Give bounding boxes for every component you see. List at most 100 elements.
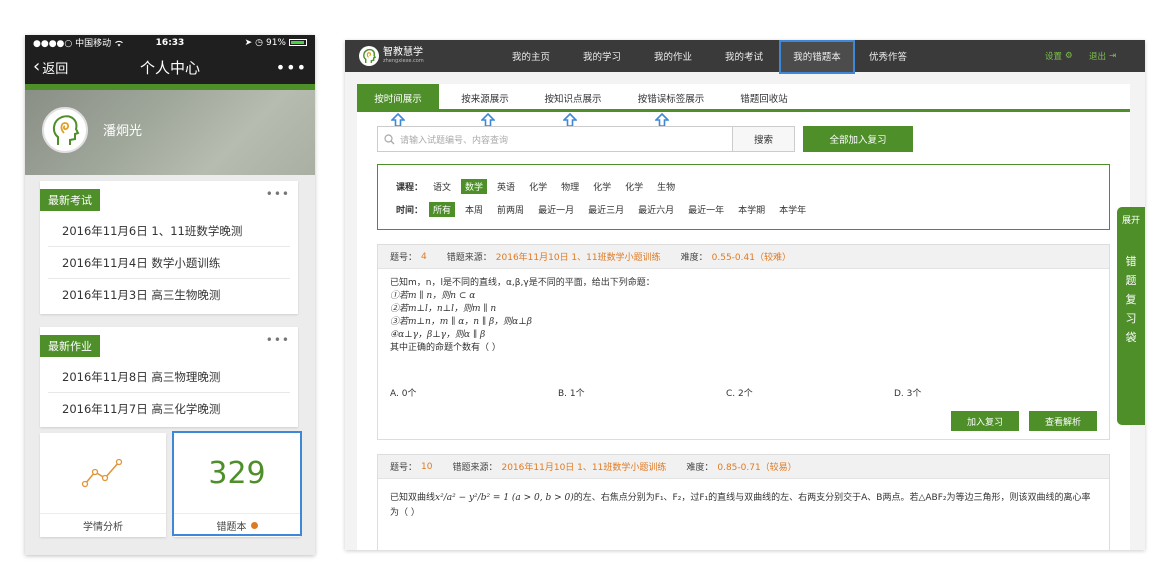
course-option[interactable]: 语文 [429,179,455,194]
wrongbook-label-text: 错题本 [216,522,247,533]
tab-by-time[interactable]: 按时间展示 [357,84,439,112]
proposition: ②若m⊥l，n⊥l，则m ∥ n [390,304,497,314]
homework-item[interactable]: 2016年11月7日 高三化学晚测 [48,393,290,425]
analysis-label-text: 学情分析 [83,522,123,533]
add-review-button[interactable]: 加入复习 [951,411,1019,431]
battery-icon [289,39,307,46]
search-icon [384,133,395,144]
time-option[interactable]: 本周 [461,202,487,217]
question-source-label: 错题来源： [452,463,498,473]
nav-study[interactable]: 我的学习 [583,40,621,72]
tab-by-source[interactable]: 按来源展示 [449,84,521,112]
time-option[interactable]: 最近六月 [634,202,678,217]
chevron-left-icon: ‹ [33,56,41,77]
wrongbook-tile[interactable]: 329 错题本 [174,433,300,537]
nav-homework[interactable]: 我的作业 [654,40,692,72]
latest-exams-card: 最新考试 ••• 2016年11月6日 1、11班数学晚测 2016年11月4日… [40,181,298,314]
more-menu-button[interactable]: ••• [276,58,307,77]
avatar[interactable] [42,107,88,153]
time-option[interactable]: 本学期 [734,202,769,217]
nav-excellent-answers[interactable]: 优秀作答 [869,40,907,72]
settings-button[interactable]: 设置 ⚙ [1045,40,1073,72]
proposition: ③若m⊥n，m ∥ α，n ∥ β，则α⊥β [390,317,532,327]
review-bag-side-tab[interactable]: 展开 错 题 复 习 袋 [1117,207,1145,425]
gear-icon: ⚙ [1065,51,1073,61]
question-stem: 已知m，n，l是不同的直线，α,β,γ是不同的平面，给出下列命题： [390,278,655,288]
option-d: D. 3个 [894,389,922,399]
side-char: 题 [1125,274,1137,287]
homework-more-button[interactable]: ••• [266,333,290,347]
question-body: 已知双曲线x²/a² − y²/b² = 1 (a > 0, b > 0)的左、… [378,479,1109,521]
logout-button[interactable]: 退出 ⇥ [1089,40,1116,72]
tab-recycle-bin[interactable]: 错题回收站 [728,84,800,112]
difficulty-value: 0.55-0.41（较难） [711,253,791,263]
course-option[interactable]: 化学 [589,179,615,194]
course-filter-row: 课程： 语文 数学 英语 化学 物理 化学 化学 生物 [396,178,685,194]
tab-by-error-tag[interactable]: 按错误标签展示 [625,84,717,112]
view-solution-button[interactable]: 查看解析 [1029,411,1097,431]
option-b: B. 1个 [558,389,585,399]
logo-text-group: 智教慧学 zhengxiexe.com [383,48,424,64]
question-stem-prefix: 已知双曲线 [390,493,436,503]
homework-item[interactable]: 2016年11月8日 高三物理晚测 [48,361,290,393]
course-option[interactable]: 化学 [621,179,647,194]
arrow-up-icon [481,113,495,127]
question-prompt: 其中正确的命题个数有（ ） [390,343,501,353]
time-filter-row: 时间： 所有 本周 前两周 最近一月 最近三月 最近六月 最近一年 本学期 本学… [396,201,816,217]
top-nav-bar: 智教慧学 zhengxiexe.com 我的主页 我的学习 我的作业 我的考试 … [345,40,1145,72]
time-option[interactable]: 前两周 [493,202,528,217]
difficulty-label: 难度： [680,253,708,263]
time-option[interactable]: 本学年 [775,202,810,217]
add-all-review-button[interactable]: 全部加入复习 [803,126,913,152]
exam-item[interactable]: 2016年11月3日 高三生物晚测 [48,279,290,311]
question-source[interactable]: 2016年11月10日 1、11班数学小题训练 [496,250,661,263]
notification-dot-icon [250,522,258,529]
question-prompt: 为（ ） [390,508,420,518]
course-option[interactable]: 化学 [525,179,551,194]
exams-more-button[interactable]: ••• [266,187,290,201]
side-char: 习 [1125,312,1137,325]
view-tabs: 按时间展示 按来源展示 按知识点展示 按错误标签展示 错题回收站 [357,84,1130,112]
exam-item[interactable]: 2016年11月6日 1、11班数学晚测 [48,215,290,247]
status-bar: ●●●●○ 中国移动 16:33 ➤ ◷ 91% [25,35,315,50]
question-header: 题号： 4 错题来源： 2016年11月10日 1、11班数学小题训练 难度： … [378,245,1109,269]
time-option[interactable]: 最近三月 [584,202,628,217]
option-a: A. 0个 [390,389,417,399]
search-placeholder: 请输入试题编号、内容查询 [400,135,509,146]
side-char: 复 [1125,293,1137,306]
course-option[interactable]: 物理 [557,179,583,194]
settings-label: 设置 [1045,52,1063,62]
time-option[interactable]: 最近一年 [684,202,728,217]
search-input[interactable]: 请输入试题编号、内容查询 [377,126,733,152]
back-button[interactable]: ‹ 返回 [33,58,68,77]
nav-wrongbook[interactable]: 我的错题本 [781,40,853,72]
logo-text: 智教慧学 [383,47,423,58]
latest-homework-tag: 最新作业 [40,335,100,357]
main-panel: 按时间展示 按来源展示 按知识点展示 按错误标签展示 错题回收站 请输入试题编号… [357,84,1130,550]
search-row: 请输入试题编号、内容查询 搜索 [377,126,797,152]
time-option-selected[interactable]: 所有 [429,201,456,217]
answer-options: A. 0个 B. 1个 C. 2个 D. 3个 [390,386,1097,400]
nav-exams[interactable]: 我的考试 [725,40,763,72]
profile-header: 潘炯光 [25,90,315,175]
option-c: C. 2个 [726,389,753,399]
question-number-label: 题号： [390,253,418,263]
course-option-selected[interactable]: 数学 [461,178,488,194]
course-option[interactable]: 生物 [653,179,679,194]
tab-by-knowledge[interactable]: 按知识点展示 [532,84,614,112]
search-button[interactable]: 搜索 [733,126,795,152]
head-logo-icon [52,115,80,145]
side-char: 错 [1125,255,1137,268]
nav-home[interactable]: 我的主页 [512,40,550,72]
expand-label[interactable]: 展开 [1117,213,1145,226]
wrongbook-tile-body: 329 [174,433,300,513]
phone-navbar: ‹ 返回 个人中心 ••• [25,50,315,84]
question-source[interactable]: 2016年11月10日 1、11班数学小题训练 [501,460,666,473]
exam-item[interactable]: 2016年11月4日 数学小题训练 [48,247,290,279]
analysis-tile[interactable]: 学情分析 [40,433,166,537]
back-label: 返回 [42,61,69,77]
time-option[interactable]: 最近一月 [534,202,578,217]
site-logo[interactable]: 智教慧学 zhengxiexe.com [359,46,424,66]
course-option[interactable]: 英语 [493,179,519,194]
arrow-up-icon [391,113,405,127]
